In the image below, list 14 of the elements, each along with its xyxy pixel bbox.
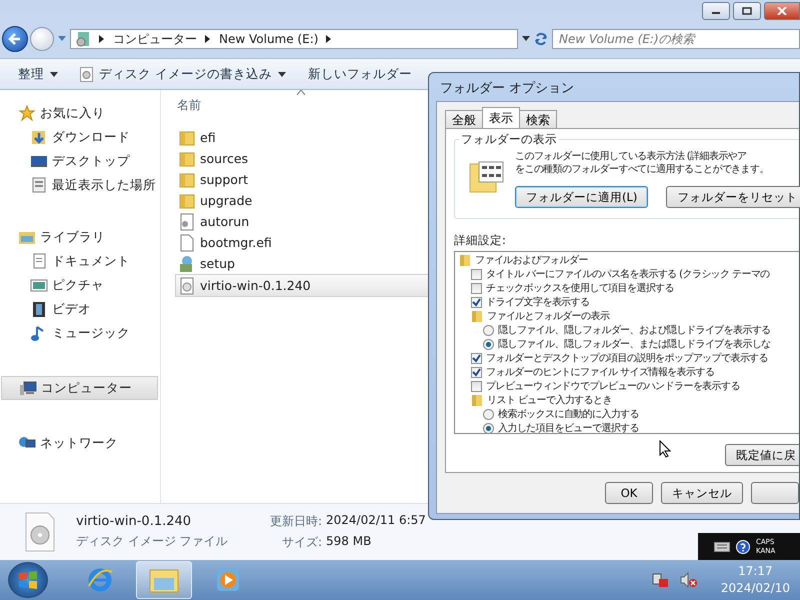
detail-value: 598 MB [326,534,372,550]
file-type: ディスク イメージ ファイル [76,533,229,550]
description-text: このフォルダーに使用している表示方法 (詳細表示やア [515,150,748,163]
description-text: をこの種類のフォルダーすべてに適用することができます。 [515,163,770,176]
advanced-settings-label: 詳細設定: [454,233,507,248]
detail-label: サイズ: [280,534,322,551]
detail-label: 更新日時: [268,513,322,530]
group-title: フォルダーの表示 [459,132,559,147]
category-label: ファイルおよびフォルダー [475,254,588,267]
file-name: virtio-win-0.1.240 [76,514,192,529]
dialog-title: フォルダー オプション [439,80,576,98]
category-label: リスト ビューで入力するとき [487,394,612,407]
detail-value: 2024/02/11 6:57 [326,513,426,529]
category-label: ファイルとフォルダーの表示 [487,310,610,323]
